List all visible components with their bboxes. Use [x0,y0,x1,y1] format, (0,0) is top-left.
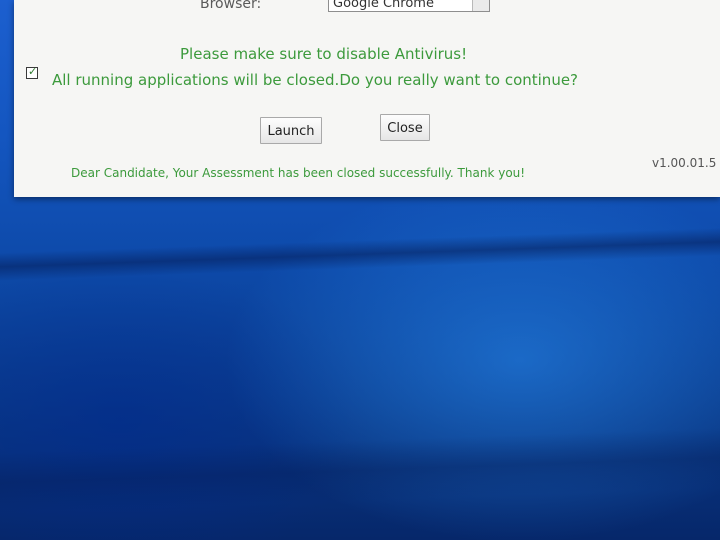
browser-dropdown[interactable]: Google Chrome [328,0,490,12]
version-label: v1.00.01.5 [652,156,717,170]
browser-label: Browser: [200,0,262,12]
close-apps-warning: All running applications will be closed.… [52,71,579,89]
browser-dropdown-value: Google Chrome [333,0,434,11]
status-message: Dear Candidate, Your Assessment has been… [71,166,526,180]
wallpaper-light-band [0,426,720,514]
checkmark-icon: ✓ [28,65,38,78]
close-button[interactable]: Close [380,114,430,141]
antivirus-warning: Please make sure to disable Antivirus! [180,45,468,63]
chevron-down-icon[interactable] [472,0,489,11]
confirm-checkbox[interactable]: ✓ [26,65,38,79]
assessment-launcher-window: Browser: Google Chrome ✓ Please make sur… [14,0,720,197]
browser-row: Browser: Google Chrome [14,0,720,14]
launch-button[interactable]: Launch [260,117,322,144]
wallpaper-light-band [0,226,720,282]
